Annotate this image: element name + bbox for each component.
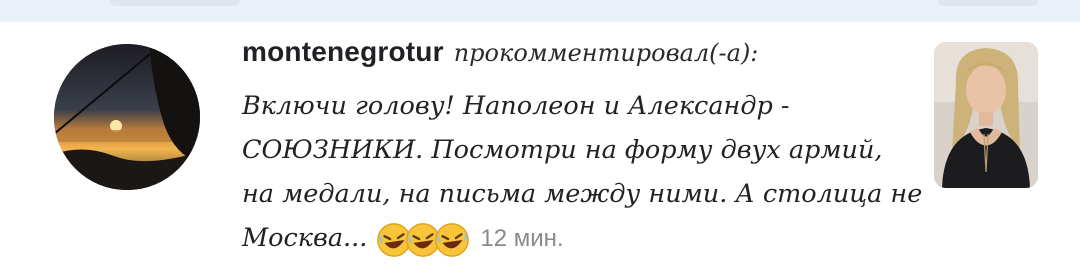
comment-text-line: Москва... <box>242 223 368 253</box>
laughing-emoji-icon <box>433 221 471 259</box>
comment-header: montenegrotur прокомментировал(-а): <box>242 36 912 84</box>
previous-item-edge <box>0 0 1080 22</box>
comment-text-line: Включи голову! Наполеон и Александр - <box>242 91 790 121</box>
comment-action-label: прокомментировал(-а): <box>453 39 759 67</box>
emoji-group <box>375 217 470 261</box>
username[interactable]: montenegrotur <box>242 36 444 68</box>
comment-notification: montenegrotur прокомментировал(-а): Вклю… <box>0 0 1080 265</box>
avatar[interactable] <box>54 44 200 190</box>
comment-text-line: СОЮЗНИКИ. Посмотри на форму двух армий, <box>242 135 883 165</box>
avatar-sunset-image <box>54 44 200 190</box>
comment-row[interactable]: montenegrotur прокомментировал(-а): Вклю… <box>0 22 1080 265</box>
comment-text-line: на медали, на письма между ними. А столи… <box>242 179 923 209</box>
post-thumbnail[interactable] <box>934 42 1038 188</box>
post-thumbnail-image <box>934 42 1038 188</box>
comment-body: montenegrotur прокомментировал(-а): Вклю… <box>242 36 923 260</box>
comment-text-last-line: Москва... 12 мин. <box>242 216 912 260</box>
timestamp: 12 мин. <box>480 225 564 252</box>
